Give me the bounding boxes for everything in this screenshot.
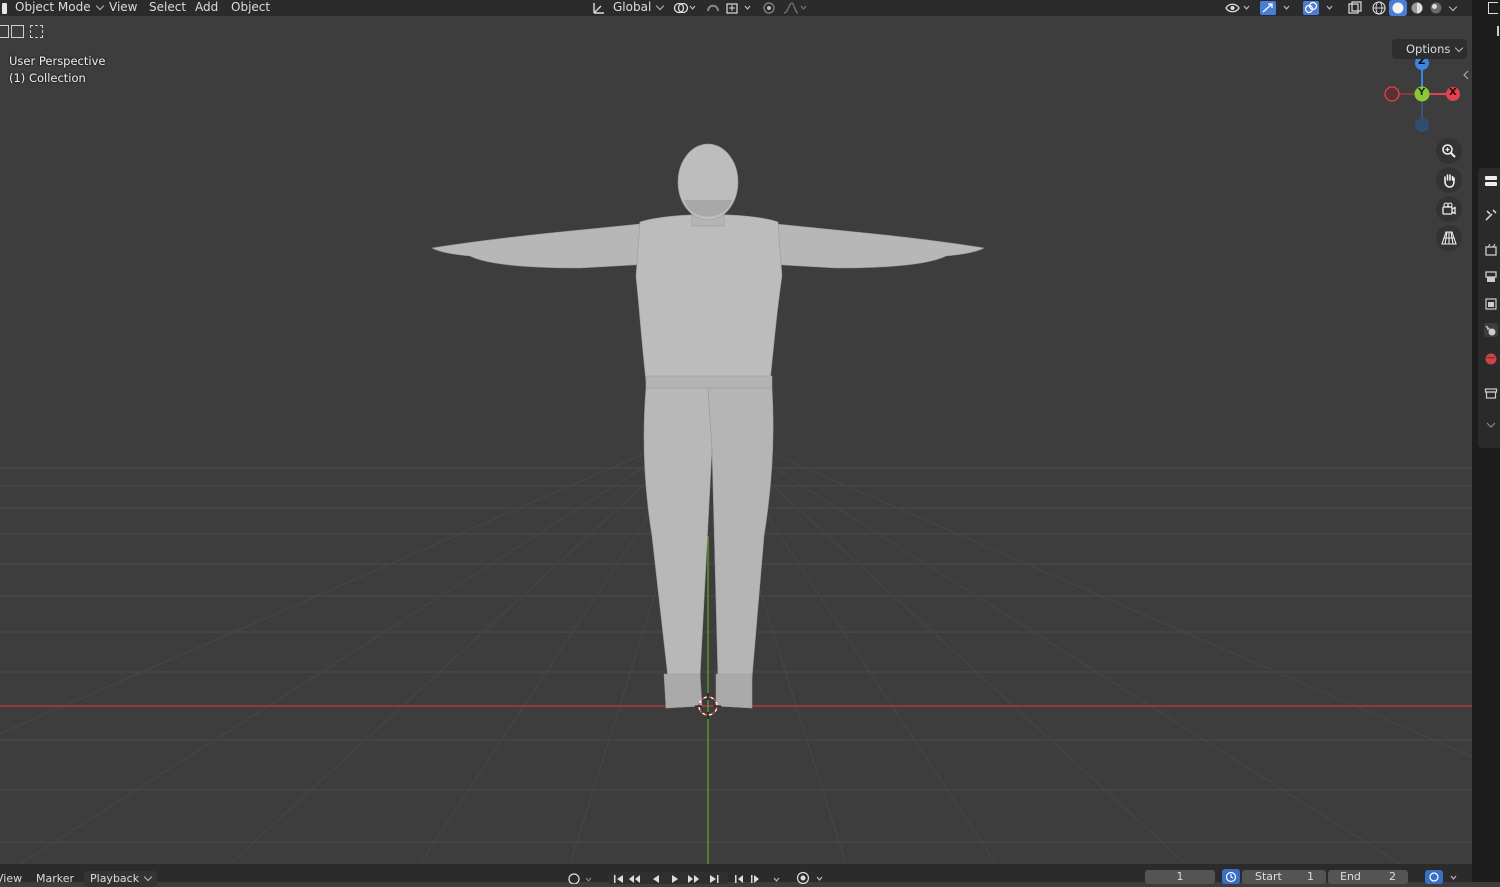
collection-properties-tab-icon[interactable]	[1484, 386, 1498, 400]
chevron-down-icon	[1455, 43, 1464, 53]
viewport-grid	[0, 143, 1472, 864]
mode-dropdown-label: Object Mode	[15, 0, 91, 14]
xray-toggle-icon[interactable]	[1347, 1, 1363, 15]
visibility-eye-icon[interactable]	[1224, 1, 1252, 15]
shading-wireframe-icon[interactable]	[1370, 0, 1388, 16]
perspective-label: User Perspective	[9, 54, 106, 68]
zoom-view-button[interactable]	[1436, 138, 1462, 164]
options-button[interactable]: Options	[1392, 39, 1467, 59]
projection-toggle-button[interactable]	[1436, 225, 1462, 251]
viewport-header: Object Mode View Select Add Object Globa…	[0, 0, 1472, 16]
timeline-menu-marker[interactable]: Marker	[36, 871, 74, 887]
select-mode-extend-icon[interactable]	[11, 25, 24, 38]
hand-icon	[1444, 174, 1455, 188]
world-properties-tab-icon[interactable]	[1484, 352, 1498, 366]
shading-options-chevron-icon[interactable]	[1446, 1, 1460, 15]
gizmo-y-label: Y	[1418, 87, 1426, 98]
transform-orientation-icon	[592, 1, 606, 15]
outliner-filter-icon[interactable]	[1488, 2, 1498, 14]
transform-orientation-dropdown[interactable]: Global	[613, 0, 665, 15]
3d-viewport[interactable]: User Perspective (1) Collection X Z Y Op…	[0, 16, 1472, 864]
collection-label: (1) Collection	[9, 71, 86, 85]
timeline-menu-playback[interactable]: Playback	[84, 871, 158, 887]
scene-properties-tab-icon[interactable]	[1484, 323, 1498, 337]
gizmo-neg-z-icon	[1415, 118, 1429, 132]
shading-rendered-icon[interactable]	[1427, 0, 1445, 16]
menu-add[interactable]: Add	[195, 0, 218, 16]
camera-icon	[1442, 202, 1456, 215]
chevron-down-icon	[95, 1, 104, 11]
collapse-sidebar-icon[interactable]	[1461, 68, 1471, 82]
gizmo-neg-x-icon	[1384, 86, 1400, 102]
shading-solid-icon[interactable]	[1389, 0, 1407, 16]
proportional-editing-icon[interactable]	[762, 1, 776, 15]
auto-keying-icon[interactable]	[566, 872, 596, 884]
outliner-scroll-icon[interactable]	[1497, 26, 1499, 36]
timeline-menu-view[interactable]: View	[0, 871, 22, 887]
gizmo-toggle-icon[interactable]	[1259, 0, 1295, 16]
render-properties-tab-icon[interactable]	[1484, 243, 1498, 257]
view-layer-tab-icon[interactable]	[1484, 297, 1498, 311]
keyframe-nav-icon[interactable]	[731, 872, 787, 884]
wrench-tools-tab-icon[interactable]	[1484, 208, 1498, 222]
menu-select[interactable]: Select	[149, 0, 186, 16]
mode-dropdown[interactable]: Object Mode	[15, 0, 104, 15]
transform-orientation-label: Global	[613, 0, 652, 14]
chevron-down-icon	[143, 872, 153, 882]
snap-magnet-icon[interactable]	[705, 1, 721, 15]
playback-controls	[608, 872, 728, 884]
grid-perspective-icon	[1441, 231, 1457, 245]
options-label: Options	[1406, 42, 1451, 56]
timeline-filter-icon[interactable]	[794, 871, 828, 884]
playback-label: Playback	[90, 872, 140, 885]
editor-type-icon[interactable]	[0, 2, 8, 14]
zoom-icon	[1442, 144, 1456, 158]
pan-view-button[interactable]	[1436, 167, 1462, 193]
tool-properties-tab-icon[interactable]	[1484, 174, 1498, 188]
shading-material-icon[interactable]	[1408, 0, 1426, 16]
overlays-toggle-icon[interactable]	[1302, 0, 1338, 16]
chevron-down-icon	[656, 1, 665, 11]
more-tabs-chevron-icon[interactable]	[1484, 418, 1498, 432]
pivot-point-icon[interactable]	[672, 1, 696, 15]
current-frame-value: 1	[1176, 870, 1184, 883]
gizmo-x-label: X	[1449, 87, 1457, 98]
camera-view-button[interactable]	[1436, 196, 1462, 222]
output-properties-tab-icon[interactable]	[1484, 270, 1498, 284]
menu-object[interactable]: Object	[231, 0, 270, 16]
select-mode-subtract-icon[interactable]	[30, 25, 43, 38]
menu-view[interactable]: View	[109, 0, 137, 16]
snap-target-icon[interactable]	[725, 1, 753, 15]
proportional-falloff-icon[interactable]	[782, 1, 808, 15]
select-mode-new-icon[interactable]	[0, 25, 9, 38]
